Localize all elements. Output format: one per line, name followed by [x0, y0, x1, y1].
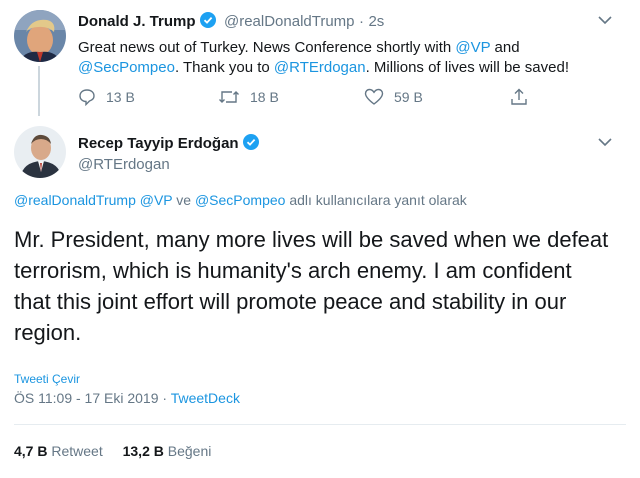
tweet2-header: Recep Tayyip Erdoğan	[78, 134, 259, 153]
tweet1-author-name[interactable]: Donald J. Trump	[78, 13, 196, 30]
tweet1-header: Donald J. Trump @realDonaldTrump · 2s	[78, 12, 384, 31]
share-button[interactable]	[510, 88, 538, 106]
reply-mention-realdonaldtrump[interactable]: @realDonaldTrump	[14, 192, 136, 208]
reply-count: 13 B	[106, 89, 135, 105]
tweet2-stats: 4,7 B Retweet 13,2 B Beğeni	[14, 443, 211, 459]
tweet2-meta: ÖS 11:09 - 17 Eki 2019 · TweetDeck	[14, 390, 240, 406]
like-stat[interactable]: 13,2 B Beğeni	[123, 443, 212, 459]
trump-avatar[interactable]	[14, 10, 66, 62]
tweet1-text: Great news out of Turkey. News Conferenc…	[78, 39, 569, 76]
reply-mention-vp[interactable]: @VP	[140, 192, 173, 208]
tweet2-text: Mr. President, many more lives will be s…	[14, 227, 609, 345]
tweet2-author-name[interactable]: Recep Tayyip Erdoğan	[78, 135, 239, 152]
tweet2-chevron-down-icon[interactable]	[598, 134, 612, 150]
dot-separator: ·	[358, 13, 364, 30]
retweet-stat-label: Retweet	[51, 443, 103, 459]
thread-line	[38, 66, 40, 116]
divider	[14, 424, 626, 425]
erdogan-avatar[interactable]	[14, 126, 66, 178]
tweet2-author-handle[interactable]: @RTErdogan	[78, 156, 170, 173]
tweet-source[interactable]: TweetDeck	[171, 390, 240, 406]
like-count: 59 B	[394, 89, 423, 105]
tweet1-time[interactable]: 2s	[368, 13, 384, 30]
tweet2-timestamp[interactable]: ÖS 11:09 - 17 Eki 2019	[14, 390, 159, 406]
tweet1-chevron-down-icon[interactable]	[598, 12, 612, 28]
heart-icon	[364, 88, 384, 105]
mention-secpompeo[interactable]: @SecPompeo	[78, 59, 175, 76]
like-stat-count: 13,2 B	[122, 443, 164, 459]
verified-badge-icon	[242, 134, 259, 150]
verified-badge-icon	[199, 12, 216, 28]
retweet-stat-count: 4,7 B	[14, 443, 48, 459]
like-stat-label: Beğeni	[167, 443, 212, 459]
share-icon	[511, 88, 527, 105]
retweet-count: 18 B	[250, 89, 279, 105]
mention-vp[interactable]: @VP	[455, 39, 490, 56]
reply-icon	[79, 89, 95, 106]
reply-context: @realDonaldTrump @VP ve @SecPompeo adlı …	[14, 192, 467, 208]
retweet-icon	[219, 91, 239, 103]
reply-button[interactable]: 13 B	[78, 88, 135, 106]
reply-mention-secpompeo[interactable]: @SecPompeo	[195, 192, 285, 208]
tweet1-author-handle[interactable]: @realDonaldTrump	[224, 13, 355, 30]
mention-rterdogan[interactable]: @RTErdogan	[274, 59, 366, 76]
translate-tweet-link[interactable]: Tweeti Çevir	[14, 372, 80, 386]
dot-separator: ·	[162, 390, 168, 406]
retweet-stat[interactable]: 4,7 B Retweet	[14, 443, 107, 459]
retweet-button[interactable]: 18 B	[218, 88, 279, 106]
like-button[interactable]: 59 B	[364, 88, 423, 106]
